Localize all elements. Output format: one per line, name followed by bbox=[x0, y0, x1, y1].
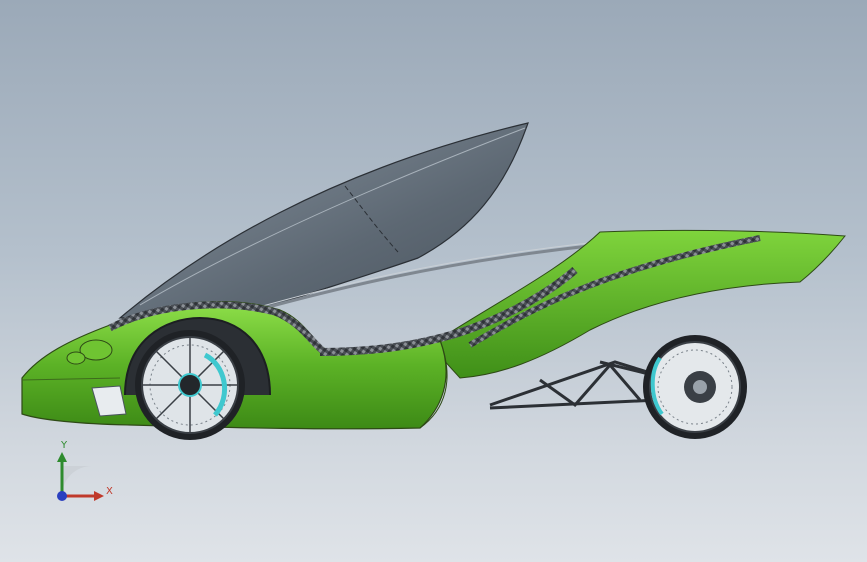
graphics-viewport[interactable]: Y X bbox=[0, 0, 867, 562]
rear-wheel bbox=[643, 335, 747, 439]
coordinate-triad: Y X bbox=[40, 440, 120, 520]
z-axis-origin bbox=[57, 491, 67, 501]
x-axis-label: X bbox=[106, 486, 113, 497]
tail-body bbox=[429, 229, 846, 379]
y-axis-label: Y bbox=[61, 440, 68, 451]
vehicle-3d-model[interactable] bbox=[0, 0, 867, 562]
triad-axes bbox=[57, 452, 104, 501]
